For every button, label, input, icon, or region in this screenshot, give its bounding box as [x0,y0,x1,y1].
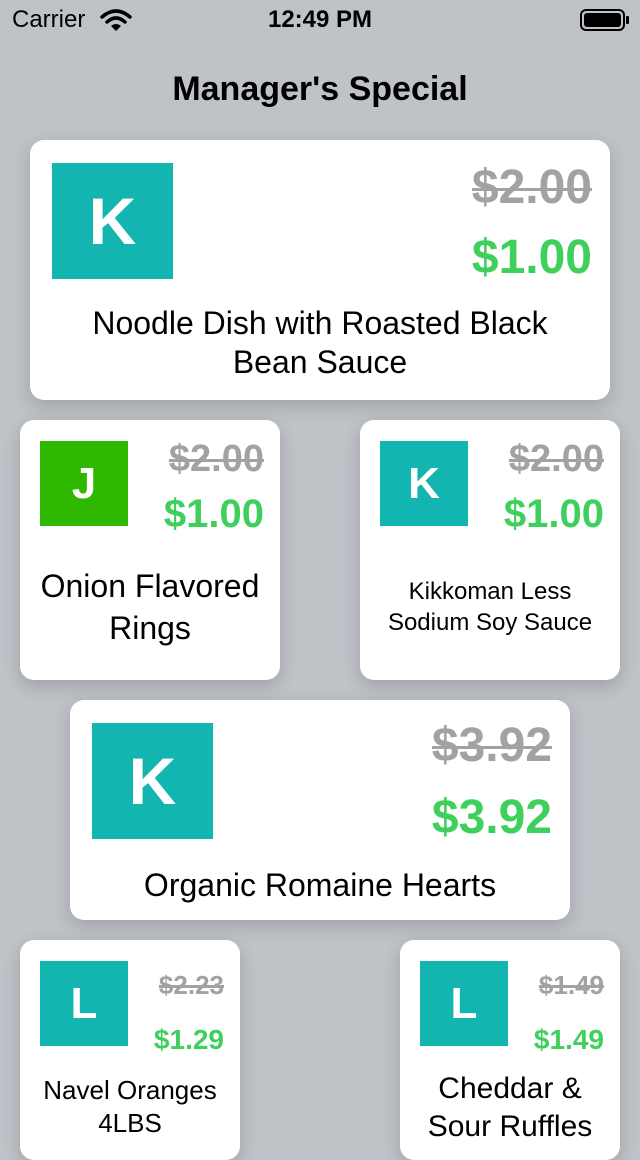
brand-logo-icon: K [52,163,173,279]
sale-price: $1.00 [471,231,592,284]
original-price: $3.92 [431,719,552,772]
battery-icon [580,9,629,31]
original-price: $2.00 [508,438,604,480]
status-bar: Carrier 12:49 PM [0,0,640,40]
product-name: Organic Romaine Hearts [143,867,497,903]
page-title: Manager's Special [172,70,468,108]
original-price: $2.23 [158,970,224,1000]
brand-logo-icon: L [40,961,128,1046]
product-name: Onion Flavored Rings [40,568,260,646]
sale-price: $3.92 [431,791,552,844]
special-card[interactable]: L $1.49 $1.49 Cheddar & Sour Ruffles [400,940,620,1160]
special-card[interactable]: J $2.00 $1.00 Onion Flavored Rings [20,420,280,680]
brand-logo-icon: K [380,441,468,526]
brand-logo-icon: K [92,723,213,839]
brand-logo-icon: J [40,441,128,526]
special-card[interactable]: K $2.00 $1.00 Noodle Dish with Roasted B… [30,140,610,400]
product-name: Cheddar & Sour Ruffles [427,1072,593,1143]
special-card[interactable]: K $2.00 $1.00 Kikkoman Less Sodium Soy S… [360,420,620,680]
sale-price: $1.00 [163,492,264,536]
special-card[interactable]: K $3.92 $3.92 Organic Romaine Hearts [70,700,570,920]
status-time: 12:49 PM [267,6,373,33]
brand-logo-icon: L [420,961,508,1046]
product-name: Noodle Dish with Roasted Black Bean Sauc… [92,305,548,381]
product-name: Kikkoman Less Sodium Soy Sauce [387,578,593,637]
original-price: $2.00 [168,438,264,480]
sale-price: $1.00 [503,492,604,536]
original-price: $2.00 [471,161,592,214]
product-name: Navel Oranges 4LBS [43,1075,217,1138]
sale-price: $1.49 [533,1024,604,1055]
original-price: $1.49 [538,970,604,1000]
special-card[interactable]: L $2.23 $1.29 Navel Oranges 4LBS [20,940,240,1160]
sale-price: $1.29 [153,1024,224,1055]
